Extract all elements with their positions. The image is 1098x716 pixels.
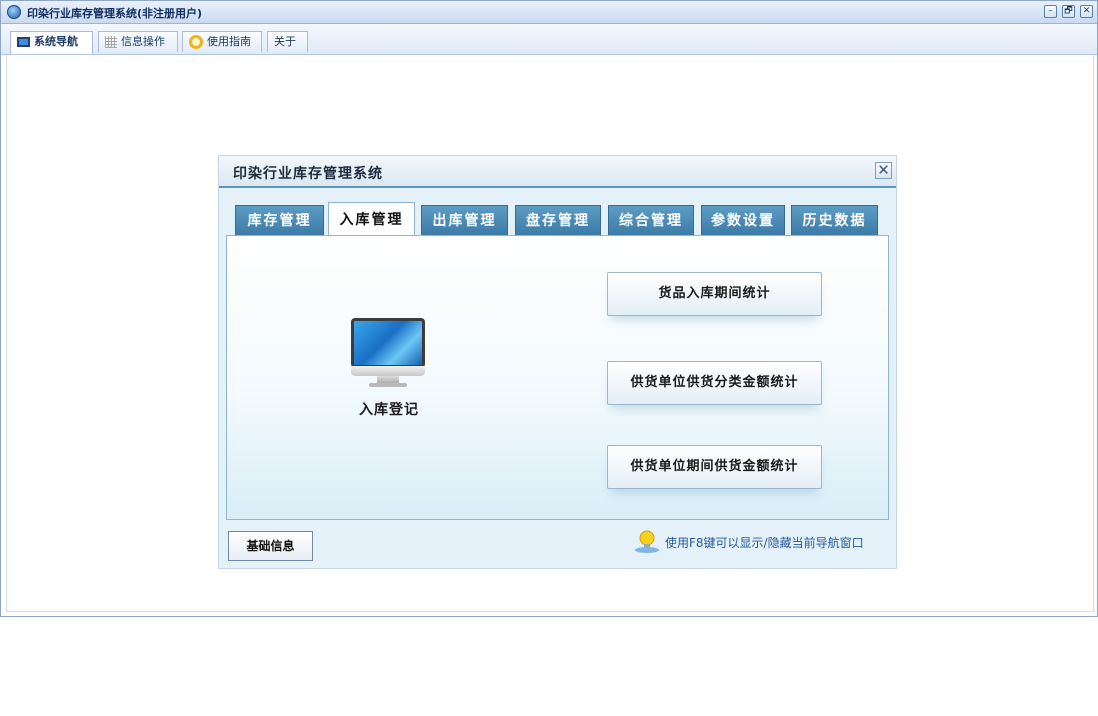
main-nav-bar: 系统导航 信息操作 使用指南 关于 xyxy=(1,24,1097,55)
inbound-registration-label[interactable]: 入库登记 xyxy=(334,399,444,419)
tab-stocktaking-management[interactable]: 盘存管理 xyxy=(515,205,601,235)
nav-tab-label: 信息操作 xyxy=(121,35,165,48)
inbound-registration-icon[interactable] xyxy=(351,316,425,388)
dialog-close-button[interactable]: ✕ xyxy=(875,162,892,179)
grid-icon xyxy=(105,36,117,48)
tab-inbound-management[interactable]: 入库管理 xyxy=(328,202,415,236)
dialog-title: 印染行业库存管理系统 xyxy=(233,166,383,182)
monitor-icon xyxy=(17,37,30,47)
tab-panel: 入库登记 货品入库期间统计 供货单位供货分类金额统计 供货单位期间供货金额统计 xyxy=(226,235,889,520)
goods-inbound-period-stats-button[interactable]: 货品入库期间统计 xyxy=(607,272,822,316)
app-logo-icon xyxy=(7,5,21,19)
nav-tab-label: 系统导航 xyxy=(34,35,78,48)
nav-tab-about[interactable]: 关于 xyxy=(267,31,308,52)
tab-history-data[interactable]: 历史数据 xyxy=(791,205,878,235)
restore-button[interactable]: 🗗 xyxy=(1062,5,1075,18)
monitor-base xyxy=(369,383,407,387)
nav-tab-info-operations[interactable]: 信息操作 xyxy=(98,31,178,52)
monitor-screen xyxy=(351,318,425,368)
nav-tab-label: 使用指南 xyxy=(207,35,251,48)
nav-tab-user-guide[interactable]: 使用指南 xyxy=(182,31,262,52)
nav-tab-system-navigation[interactable]: 系统导航 xyxy=(10,31,93,54)
ring-icon xyxy=(189,35,203,49)
tab-outbound-management[interactable]: 出库管理 xyxy=(421,205,508,235)
dialog-header[interactable]: 印染行业库存管理系统 ✕ xyxy=(219,156,896,188)
tip-text: 使用F8键可以显示/隐藏当前导航窗口 xyxy=(665,536,864,550)
title-bar[interactable]: 印染行业库存管理系统(非注册用户) – 🗗 ✕ xyxy=(1,1,1097,24)
tab-comprehensive-management[interactable]: 综合管理 xyxy=(608,205,694,235)
supplier-category-amount-stats-button[interactable]: 供货单位供货分类金额统计 xyxy=(607,361,822,405)
basic-info-button[interactable]: 基础信息 xyxy=(228,531,313,561)
tab-inventory-management[interactable]: 库存管理 xyxy=(235,205,324,235)
monitor-chin xyxy=(351,366,425,376)
lightbulb-icon xyxy=(635,530,659,553)
tab-parameter-settings[interactable]: 参数设置 xyxy=(701,205,785,235)
close-button[interactable]: ✕ xyxy=(1080,5,1093,18)
window-title: 印染行业库存管理系统(非注册用户) xyxy=(27,7,203,20)
supplier-period-amount-stats-button[interactable]: 供货单位期间供货金额统计 xyxy=(607,445,822,489)
navigation-dialog: 印染行业库存管理系统 ✕ 库存管理 入库管理 出库管理 盘存管理 综合管理 参数… xyxy=(219,156,896,568)
nav-tab-label: 关于 xyxy=(274,35,296,48)
minimize-button[interactable]: – xyxy=(1044,5,1057,18)
